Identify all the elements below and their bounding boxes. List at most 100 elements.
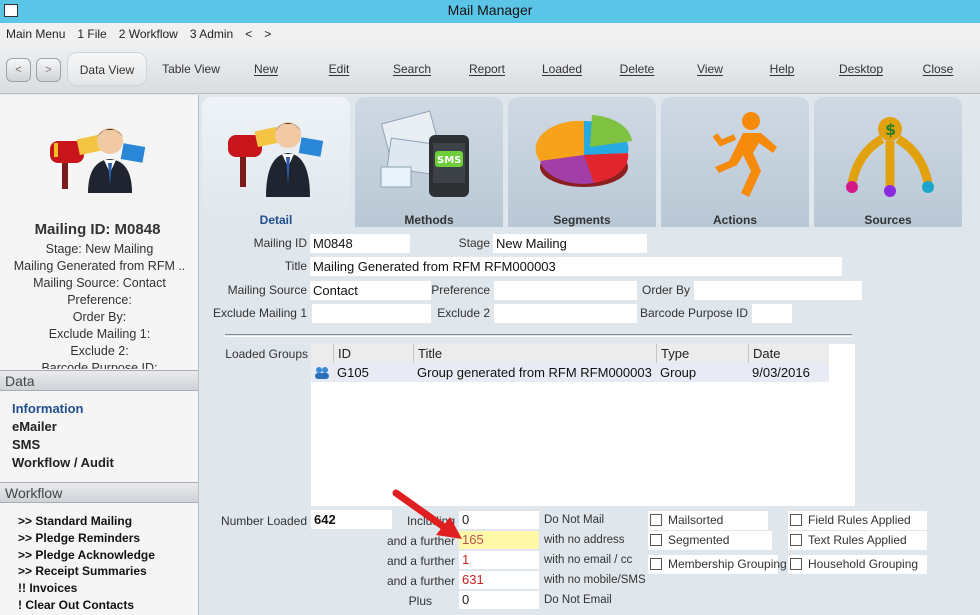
no-mobile-desc: with no mobile/SMS — [544, 574, 646, 586]
text-rules-checkbox[interactable]: Text Rules Applied — [788, 531, 927, 550]
menu-file[interactable]: 1 File — [77, 27, 106, 41]
summary-exclude-2: Exclude 2: — [70, 344, 129, 358]
grid-col-id[interactable]: ID — [333, 344, 413, 363]
main-area: Detail SMS Methods Segments Actions $ So… — [200, 95, 980, 615]
forward-button[interactable]: > — [36, 58, 61, 82]
tab-strip: Detail SMS Methods Segments Actions $ So… — [200, 95, 980, 227]
no-email-desc: with no email / cc — [544, 554, 633, 566]
summary-order-by: Order By: — [72, 310, 127, 324]
checkbox-box — [790, 514, 802, 526]
link-standard-mailing[interactable]: >> Standard Mailing — [18, 513, 155, 530]
window-title: Mail Manager — [447, 2, 533, 18]
menu-workflow[interactable]: 2 Workflow — [119, 27, 178, 41]
barcode-purpose-field[interactable] — [752, 304, 792, 323]
tab-detail[interactable]: Detail — [202, 97, 350, 227]
tab-actions[interactable]: Actions — [661, 97, 809, 227]
stage-label: Stage — [458, 236, 490, 250]
grid-col-title[interactable]: Title — [413, 344, 656, 363]
mailsorted-checkbox[interactable]: Mailsorted — [648, 511, 768, 530]
link-clear-out-contacts[interactable]: ! Clear Out Contacts — [18, 597, 155, 614]
no-email-label: and a further — [386, 554, 455, 568]
link-invoices[interactable]: !! Invoices — [18, 580, 155, 597]
mailbox-person-icon — [50, 128, 146, 193]
no-email-count: 1 — [459, 551, 539, 569]
link-workflow-audit[interactable]: Workflow / Audit — [12, 454, 114, 472]
barcode-purpose-label: Barcode Purpose ID — [640, 306, 749, 320]
menu-admin[interactable]: 3 Admin — [190, 27, 233, 41]
title-field[interactable]: Mailing Generated from RFM RFM000003 — [310, 257, 842, 276]
preference-field[interactable] — [494, 281, 637, 300]
menu-back[interactable]: < — [245, 27, 252, 41]
new-button[interactable]: New — [245, 52, 287, 86]
edit-button[interactable]: Edit — [318, 52, 360, 86]
grid-col-type[interactable]: Type — [656, 344, 748, 363]
preference-label: Preference — [431, 283, 490, 297]
membership-grouping-checkbox[interactable]: Membership Grouping — [648, 555, 787, 574]
household-grouping-checkbox[interactable]: Household Grouping — [788, 555, 927, 574]
help-button[interactable]: Help — [761, 52, 803, 86]
tab-segments-label: Segments — [553, 213, 611, 227]
loaded-button[interactable]: Loaded — [535, 52, 589, 86]
segmented-checkbox[interactable]: Segmented — [648, 531, 772, 550]
table-view-button[interactable]: Table View — [155, 52, 227, 86]
delete-button[interactable]: Delete — [612, 52, 662, 86]
tab-methods[interactable]: SMS Methods — [355, 97, 503, 227]
workflow-section-header: Workflow — [0, 482, 198, 503]
exclude-2-label: Exclude 2 — [437, 306, 490, 320]
do-not-mail-desc: Do Not Mail — [544, 514, 605, 526]
checkbox-box — [790, 558, 802, 570]
title-label: Title — [284, 259, 307, 273]
link-sms[interactable]: SMS — [12, 436, 114, 454]
svg-text:SMS: SMS — [437, 155, 461, 166]
link-pledge-acknowledge[interactable]: >> Pledge Acknowledge — [18, 547, 155, 564]
grid-header: ID Title Type Date — [311, 344, 829, 363]
link-emailer[interactable]: eMailer — [12, 418, 114, 436]
table-row[interactable]: G105 Group generated from RFM RFM000003 … — [311, 363, 829, 382]
link-pledge-reminders[interactable]: >> Pledge Reminders — [18, 530, 155, 547]
summary-source: Mailing Source: Contact — [33, 276, 166, 290]
row-type: Group — [660, 365, 697, 380]
exclude-mailing-1-field[interactable] — [312, 304, 431, 323]
checkbox-box — [790, 534, 802, 546]
number-loaded-label: Number Loaded — [220, 514, 307, 528]
summary-preference: Preference: — [67, 293, 132, 307]
data-links: Information eMailer SMS Workflow / Audit — [12, 400, 114, 472]
workflow-links: >> Standard Mailing >> Pledge Reminders … — [18, 513, 155, 614]
link-receipt-summaries[interactable]: >> Receipt Summaries — [18, 563, 155, 580]
tab-segments[interactable]: Segments — [508, 97, 656, 227]
no-mobile-count: 631 — [459, 571, 539, 589]
mailing-source-label: Mailing Source — [227, 283, 307, 297]
tab-methods-label: Methods — [404, 213, 454, 227]
stage-field[interactable]: New Mailing — [493, 234, 647, 253]
desktop-button[interactable]: Desktop — [832, 52, 890, 86]
no-address-count: 165 — [459, 531, 539, 549]
menu-forward[interactable]: > — [264, 27, 271, 41]
sms-envelopes-icon: SMS — [380, 110, 469, 197]
field-rules-checkbox[interactable]: Field Rules Applied — [788, 511, 927, 530]
loaded-groups-grid: ID Title Type Date G105 Group generated … — [311, 344, 855, 506]
exclude-mailing-1-label: Exclude Mailing 1 — [212, 306, 307, 320]
svg-text:$: $ — [885, 120, 896, 139]
report-button[interactable]: Report — [462, 52, 512, 86]
grid-col-date[interactable]: Date — [748, 344, 829, 363]
mailing-source-field[interactable]: Contact — [310, 281, 431, 300]
link-information[interactable]: Information — [12, 400, 114, 418]
left-panel: Mailing ID: M0848 Stage: New Mailing Mai… — [0, 95, 199, 615]
mailing-summary: Stage: New Mailing Mailing Generated fro… — [0, 241, 199, 369]
title-bar: Mail Manager — [0, 0, 980, 23]
exclude-2-field[interactable] — [494, 304, 637, 323]
tab-sources[interactable]: $ Sources — [814, 97, 962, 227]
search-button[interactable]: Search — [386, 52, 438, 86]
summary-title: Mailing Generated from RFM .. — [13, 259, 186, 273]
mailing-id-field[interactable]: M0848 — [310, 234, 410, 253]
do-not-email-count: 0 — [459, 591, 539, 609]
mailing-id-heading: Mailing ID: M0848 — [34, 221, 161, 238]
close-button[interactable]: Close — [916, 52, 960, 86]
view-button[interactable]: View — [688, 52, 732, 86]
data-view-button[interactable]: Data View — [67, 52, 147, 86]
back-button[interactable]: < — [6, 58, 31, 82]
red-arrow-icon — [392, 489, 462, 539]
order-by-field[interactable] — [694, 281, 862, 300]
tab-detail-label: Detail — [259, 213, 293, 227]
menu-main[interactable]: Main Menu — [6, 27, 65, 41]
